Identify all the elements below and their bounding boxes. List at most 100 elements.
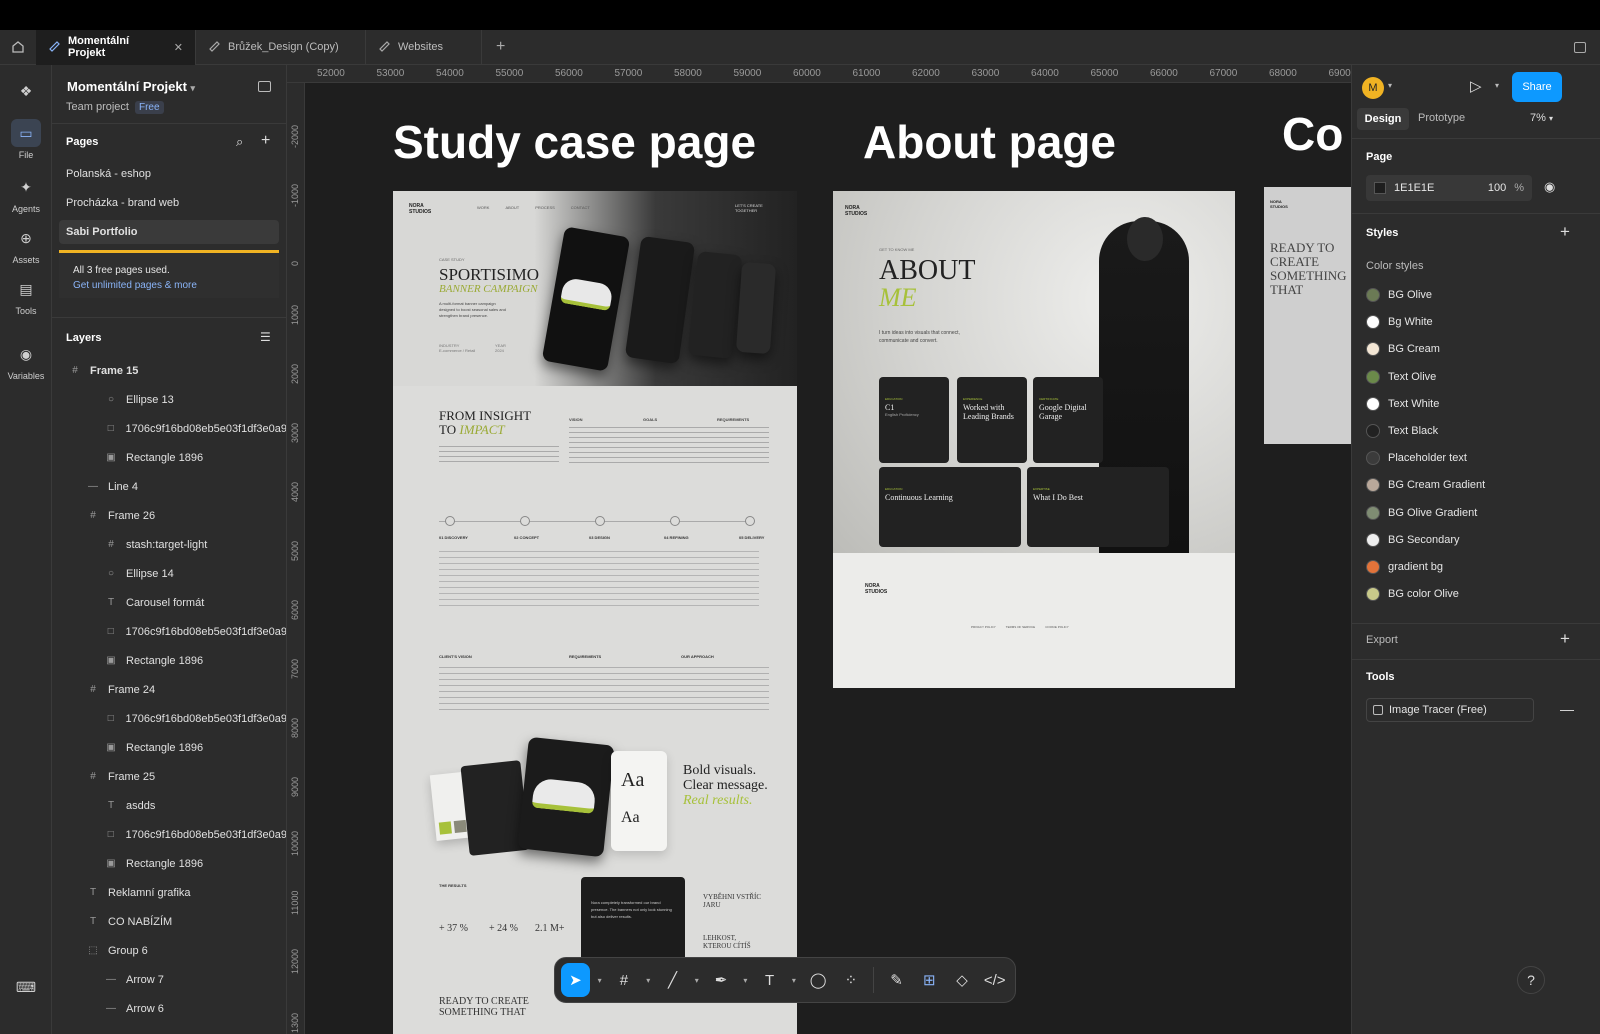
layer-row[interactable]: ▣ Rectangle 1896	[52, 646, 286, 675]
chevron-down-icon[interactable]: ▾	[594, 963, 606, 997]
play-icon[interactable]: ▷	[1470, 77, 1482, 95]
text-tool-icon[interactable]: T	[755, 963, 784, 997]
frame-title[interactable]: About page	[863, 115, 1116, 169]
layer-row[interactable]: # Frame 26	[52, 501, 286, 530]
remove-tool-icon[interactable]: —	[1560, 701, 1574, 717]
color-style-row[interactable]: BG Cream Gradient	[1366, 474, 1485, 496]
search-icon[interactable]: ⌕	[236, 134, 243, 150]
layers-list-icon[interactable]: ☰	[260, 330, 271, 344]
figma-logo-icon[interactable]: ❖	[0, 77, 52, 108]
rail-variables[interactable]: ◉ Variables	[0, 340, 52, 382]
layer-row[interactable]: □ 1706c9f16bd08eb5e03f1df3e0a9	[52, 704, 286, 733]
avatar[interactable]: M	[1362, 77, 1384, 99]
color-style-row[interactable]: BG Secondary	[1366, 529, 1460, 551]
zoom-control[interactable]: 7% ▾	[1530, 112, 1553, 124]
layer-row[interactable]: — Arrow 6	[52, 994, 286, 1023]
frame-title[interactable]: Study case page	[393, 115, 756, 169]
layer-row[interactable]: □ 1706c9f16bd08eb5e03f1df3e0a9	[52, 820, 286, 849]
plan-badge[interactable]: Free	[134, 101, 164, 114]
page-item[interactable]: Polanská - eshop	[59, 162, 279, 186]
chevron-down-icon[interactable]: ▾	[691, 963, 703, 997]
component-mode-icon[interactable]: ◇	[948, 963, 977, 997]
layer-row[interactable]: □ 1706c9f16bd08eb5e03f1df3e0a9	[52, 414, 286, 443]
eye-icon[interactable]: ◉	[1544, 179, 1555, 195]
close-tab-icon[interactable]: ✕	[174, 41, 183, 54]
chevron-down-icon[interactable]: ▾	[642, 963, 654, 997]
color-style-row[interactable]: BG color Olive	[1366, 583, 1459, 605]
keyboard-icon[interactable]: ⌨	[0, 973, 52, 1004]
tab-design[interactable]: Design	[1357, 108, 1409, 130]
canvas[interactable]: 52000 53000 54000 55000 56000 57000 58000 59000…	[287, 65, 1351, 1034]
layer-row[interactable]: □ 1706c9f16bd08eb5e03f1df3e0a9	[52, 617, 286, 646]
new-tab-icon[interactable]: +	[482, 38, 519, 56]
color-style-row[interactable]: BG Olive	[1366, 284, 1432, 306]
pen-tool-icon[interactable]: ✒	[707, 963, 736, 997]
layer-row[interactable]: ▣ Rectangle 1896	[52, 443, 286, 472]
col-title: GOALS	[643, 417, 658, 422]
color-style-row[interactable]: Text Black	[1366, 420, 1438, 442]
sidebar-toggle-icon[interactable]	[1574, 41, 1586, 53]
color-style-row[interactable]: Placeholder text	[1366, 447, 1467, 469]
add-style-icon[interactable]: +	[1560, 222, 1570, 242]
rail-file[interactable]: ▭ File	[0, 119, 52, 160]
add-export-icon[interactable]: +	[1560, 629, 1570, 649]
about-frame[interactable]: NORA STUDIOS GET TO KNOW ME ABOUT ME I t…	[833, 191, 1235, 688]
image-tracer-plugin[interactable]: Image Tracer (Free)	[1366, 698, 1534, 722]
home-icon[interactable]	[0, 30, 36, 65]
help-button[interactable]: ?	[1517, 966, 1545, 994]
color-style-row[interactable]: BG Olive Gradient	[1366, 502, 1477, 524]
layer-row[interactable]: — Line 4	[52, 472, 286, 501]
rail-agents[interactable]: ✦ Agents	[0, 173, 52, 215]
layer-row[interactable]: T Carousel formát	[52, 588, 286, 617]
panel-layout-icon[interactable]	[258, 81, 271, 92]
chevron-down-icon[interactable]: ▾	[739, 963, 751, 997]
rail-assets[interactable]: ⊕ Assets	[0, 224, 52, 266]
layer-row[interactable]: ○ Ellipse 14	[52, 559, 286, 588]
upgrade-link[interactable]: Get unlimited pages & more	[73, 280, 197, 291]
layer-row[interactable]: # Frame 15	[52, 356, 286, 385]
color-style-row[interactable]: Bg White	[1366, 311, 1433, 333]
layer-row[interactable]: ▣ Rectangle 1896	[52, 849, 286, 878]
color-style-row[interactable]: BG Cream	[1366, 338, 1440, 360]
actions-tool-icon[interactable]: ⁘	[837, 963, 866, 997]
add-page-icon[interactable]: +	[261, 132, 270, 150]
contact-frame[interactable]: NORA STUDIOS READY TO CREATE SOMETHING T…	[1264, 187, 1351, 444]
project-name[interactable]: Momentální Projekt ▾	[67, 79, 195, 94]
layer-row[interactable]: # stash:target-light	[52, 530, 286, 559]
layer-row[interactable]: Tasdds	[52, 791, 286, 820]
color-style-row[interactable]: gradient bg	[1366, 556, 1443, 578]
layer-row[interactable]: # Frame 25	[52, 762, 286, 791]
frame-title[interactable]: Co	[1282, 107, 1343, 161]
layer-row[interactable]: # Frame 24	[52, 675, 286, 704]
share-button[interactable]: Share	[1512, 72, 1562, 102]
line-tool-icon[interactable]: ╱	[658, 963, 687, 997]
comment-tool-icon[interactable]: ◯	[804, 963, 833, 997]
study-case-frame[interactable]: NORA STUDIOS WORK ABOUT PROCESS CONTACT …	[393, 191, 797, 1034]
color-swatch	[1366, 451, 1380, 466]
layer-row[interactable]: ⬚ Group 6	[52, 936, 286, 965]
layer-row[interactable]: T Reklamní grafika	[52, 878, 286, 907]
design-mode-icon[interactable]: ⊞	[915, 963, 944, 997]
rail-tools[interactable]: ▤ Tools	[0, 275, 52, 317]
page-item[interactable]: Procházka - brand web	[59, 191, 279, 215]
dev-mode-icon[interactable]: </>	[980, 963, 1009, 997]
chevron-down-icon[interactable]: ▾	[1495, 81, 1499, 90]
color-style-row[interactable]: Text Olive	[1366, 366, 1436, 388]
color-style-row[interactable]: Text White	[1366, 393, 1439, 415]
tab-prototype[interactable]: Prototype	[1418, 112, 1465, 124]
tab-websites[interactable]: Websites	[366, 29, 482, 65]
layer-row[interactable]: T CO NABÍZÍM	[52, 907, 286, 936]
page-item-selected[interactable]: Sabi Portfolio	[59, 220, 279, 244]
chevron-down-icon[interactable]: ▾	[788, 963, 800, 997]
page-opacity-value[interactable]: 100	[1488, 182, 1506, 194]
frame-tool-icon[interactable]: #	[610, 963, 639, 997]
tab-momentalni-projekt[interactable]: Momentální Projekt ✕	[36, 29, 196, 65]
layer-row[interactable]: ○ Ellipse 13	[52, 385, 286, 414]
draw-mode-icon[interactable]: ✎	[882, 963, 911, 997]
page-color-field[interactable]: 1E1E1E 100 %	[1366, 175, 1532, 201]
move-tool-icon[interactable]: ➤	[561, 963, 590, 997]
layer-row[interactable]: ▣ Rectangle 1896	[52, 733, 286, 762]
tab-bruzek-design[interactable]: Brůžek_Design (Copy)	[196, 29, 366, 65]
layer-row[interactable]: — Arrow 7	[52, 965, 286, 994]
chevron-down-icon[interactable]: ▾	[1388, 81, 1392, 90]
